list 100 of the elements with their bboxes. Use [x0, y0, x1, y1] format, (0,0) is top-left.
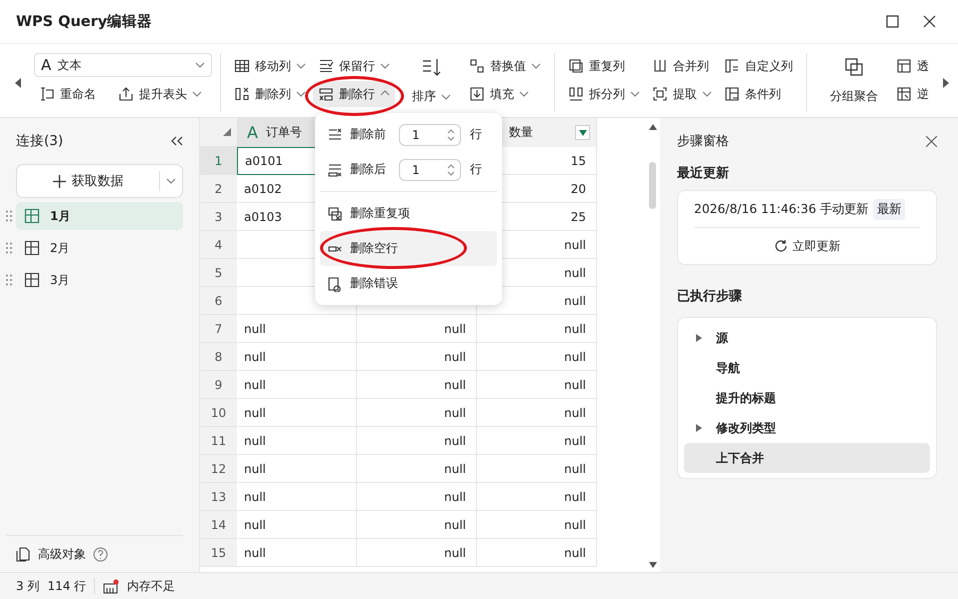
table-icon [24, 208, 40, 224]
step-item[interactable]: 上下合并 [684, 443, 930, 473]
ribbon-button[interactable]: 分组聚合 [825, 53, 883, 109]
caret-icon [441, 92, 451, 102]
row-number: 3 [200, 203, 237, 231]
number-spinner[interactable]: 1 [399, 124, 461, 146]
advanced-objects-label[interactable]: 高级对象 [38, 546, 86, 562]
ribbon-button[interactable]: 合并列 [647, 53, 717, 79]
query-item[interactable]: 1月 [16, 202, 183, 230]
ribbon-button[interactable]: 条件列 [719, 81, 798, 107]
rename-icon [39, 86, 55, 102]
scroll-left-icon[interactable] [14, 78, 22, 88]
expand-icon[interactable] [696, 424, 702, 432]
maximize-icon[interactable] [886, 15, 899, 28]
refresh-button[interactable]: 立即更新 [678, 228, 936, 264]
row-number: 9 [200, 371, 237, 399]
caret-icon [296, 61, 306, 71]
menu-item[interactable]: 删除空行 [320, 231, 497, 266]
table-cell: null [357, 315, 477, 343]
query-item[interactable]: 2月 [16, 234, 183, 262]
ribbon-button[interactable]: 逆 [891, 81, 934, 107]
ribbon-button[interactable]: 提升表头 [113, 81, 207, 107]
select-all-corner[interactable] [200, 118, 237, 147]
table-cell: null [237, 455, 357, 483]
caret-icon [192, 89, 202, 99]
table-cell: null [237, 343, 357, 371]
caret-icon [702, 89, 712, 99]
ribbon-button[interactable]: 自定义列 [719, 53, 798, 79]
caret-icon[interactable] [166, 176, 176, 186]
column-count: 3 列 [16, 578, 40, 594]
filter-button[interactable] [575, 125, 590, 140]
get-data-button[interactable]: 获取数据 [16, 164, 183, 198]
ribbon-button[interactable]: 重命名 [34, 81, 101, 107]
triangle-icon [223, 128, 231, 136]
row-number: 8 [200, 343, 237, 371]
caret-icon [519, 89, 529, 99]
scrollbar-thumb[interactable] [649, 162, 656, 209]
number-spinner[interactable]: 1 [399, 158, 461, 180]
table-cell: null [477, 399, 597, 427]
section-title: 已执行步骤 [677, 288, 743, 306]
expand-icon[interactable] [696, 334, 702, 342]
close-icon[interactable] [926, 136, 937, 146]
ribbon-button[interactable]: 填充 [464, 81, 546, 107]
ribbon-button[interactable]: 移动列 [229, 53, 311, 79]
step-item[interactable]: 提升的标题 [684, 383, 930, 413]
checklist-icon [318, 58, 334, 74]
ribbon-button[interactable]: 提取 [647, 81, 717, 107]
spinner-arrows-icon [447, 128, 455, 140]
row-number: 1 [200, 147, 237, 175]
drag-handle-icon[interactable] [6, 242, 12, 254]
drag-handle-icon[interactable] [6, 274, 12, 286]
split-icon [568, 86, 584, 102]
table-cell: null [357, 427, 477, 455]
ribbon-button[interactable]: 拆分列 [563, 81, 645, 107]
table-cell: null [477, 511, 597, 539]
caret-icon [531, 61, 541, 71]
scroll-down-icon[interactable] [648, 562, 656, 568]
triangle-icon [578, 130, 586, 136]
document-icon [16, 546, 31, 562]
step-item[interactable]: 修改列类型 [684, 413, 930, 443]
ribbon-button[interactable]: 透 [891, 53, 934, 79]
ribbon-button[interactable]: 保留行 [313, 53, 395, 79]
ribbon-button[interactable]: 删除行 [313, 81, 395, 107]
table-cell: null [477, 455, 597, 483]
delete-column-icon [234, 86, 250, 102]
row-number: 14 [200, 511, 237, 539]
table-cell: null [357, 371, 477, 399]
help-icon[interactable] [93, 546, 108, 562]
table-cell: null [357, 455, 477, 483]
step-item[interactable]: 源 [684, 323, 930, 353]
row-number: 7 [200, 315, 237, 343]
table-cell: null [477, 427, 597, 455]
close-icon[interactable] [923, 15, 936, 28]
unpivot-icon [896, 86, 912, 102]
replace-icon [469, 58, 485, 74]
ribbon-button[interactable]: 替换值 [464, 53, 546, 79]
step-item[interactable]: 导航 [684, 353, 930, 383]
ribbon-button[interactable]: 删除列 [229, 81, 311, 107]
extract-icon [652, 86, 668, 102]
scroll-right-icon[interactable] [942, 78, 950, 88]
scroll-up-icon[interactable] [648, 124, 656, 130]
query-item[interactable]: 3月 [16, 266, 183, 294]
column-name: 数量 [509, 124, 533, 141]
ribbon-button[interactable]: 排序 [407, 53, 456, 109]
table-cell: null [357, 343, 477, 371]
plus-icon [52, 174, 66, 188]
caret-icon [296, 89, 306, 99]
duplicate-icon [568, 58, 584, 74]
delete-row-icon [318, 86, 334, 102]
type-dropdown[interactable]: A 文本 [34, 53, 212, 77]
ribbon-button[interactable]: 重复列 [563, 53, 645, 79]
collapse-icon[interactable] [171, 136, 183, 146]
latest-badge: 最新 [873, 198, 906, 220]
drag-handle-icon[interactable] [6, 210, 12, 222]
row-number: 13 [200, 483, 237, 511]
row-number: 11 [200, 427, 237, 455]
table-cell: null [357, 539, 477, 567]
custom-column-icon [724, 58, 740, 74]
table-cell: null [477, 315, 597, 343]
table-cell: null [237, 399, 357, 427]
